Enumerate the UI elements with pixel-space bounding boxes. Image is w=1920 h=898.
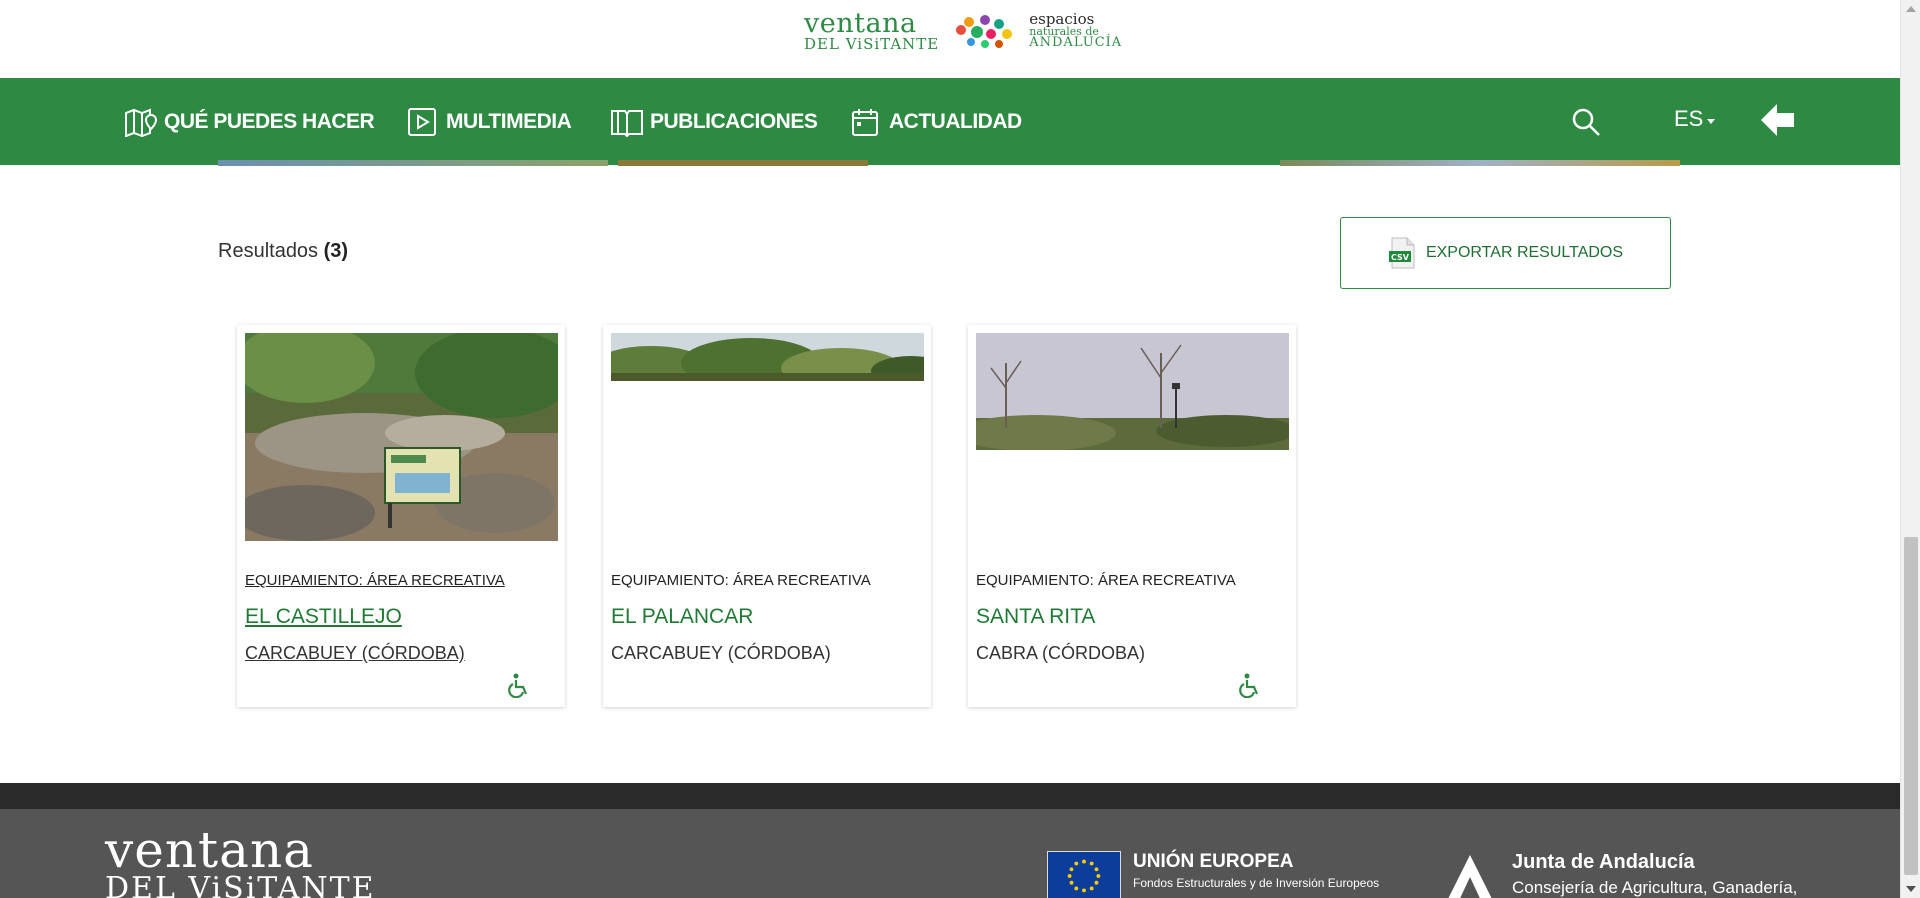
ruins-photo	[245, 333, 558, 541]
nav-item-multimedia[interactable]: MULTIMEDIA	[406, 78, 572, 165]
csv-file-icon: CSV	[1388, 237, 1415, 269]
nav-label: QUÉ PUEDES HACER	[164, 109, 375, 133]
nav-label: ACTUALIDAD	[889, 109, 1022, 133]
scroll-up-arrow-icon[interactable]	[1906, 6, 1916, 12]
junta-subtitle: Consejería de Agricultura, Ganadería,	[1512, 878, 1798, 897]
card-location[interactable]: CABRA (CÓRDOBA)	[976, 643, 1145, 664]
nav-label: MULTIMEDIA	[446, 109, 572, 133]
image-strip	[618, 160, 868, 166]
back-arrow-icon[interactable]	[1757, 100, 1797, 140]
card-category[interactable]: EQUIPAMIENTO: ÁREA RECREATIVA	[611, 572, 871, 589]
ventana-logo-text: ventana DEL ViSiTANTE	[804, 10, 939, 52]
card-title[interactable]: EL PALANCAR	[611, 605, 753, 629]
card-location[interactable]: CARCABUEY (CÓRDOBA)	[611, 643, 831, 664]
card-image[interactable]	[611, 333, 924, 381]
footer-logo-line1: ventana	[105, 821, 314, 879]
play-icon	[408, 107, 436, 136]
result-card[interactable]: EQUIPAMIENTO: ÁREA RECREATIVA SANTA RITA…	[968, 325, 1296, 707]
card-image[interactable]	[245, 333, 558, 541]
vertical-scrollbar[interactable]	[1900, 0, 1920, 898]
language-selector[interactable]: ES	[1674, 106, 1716, 132]
enp-line3: ANDALUCÍA	[1029, 35, 1123, 51]
eu-flag-icon	[1047, 851, 1121, 898]
logo-line2: DEL ViSiTANTE	[804, 35, 940, 53]
card-location[interactable]: CARCABUEY (CÓRDOBA)	[245, 643, 465, 664]
footer-logo-line2: DEL ViSiTANTE	[105, 870, 376, 898]
footer: ventana DEL ViSiTANTE UNIÓN EUROPEA Fond…	[0, 809, 1900, 898]
image-strip	[218, 160, 608, 166]
junta-andalucia-icon	[1448, 855, 1492, 898]
site-logo[interactable]: ventana DEL ViSiTANTE espacios naturales…	[804, 10, 1122, 52]
eu-subtitle: Fondos Estructurales y de Inversión Euro…	[1133, 876, 1380, 890]
vegetation-photo	[611, 333, 924, 381]
csv-icon-label: CSV	[1391, 253, 1410, 262]
footer-logo[interactable]: ventana DEL ViSiTANTE	[105, 821, 376, 898]
junta-title: Junta de Andalucía	[1512, 851, 1695, 873]
nav-item-publicaciones[interactable]: PUBLICACIONES	[610, 78, 818, 165]
wheelchair-accessible-icon	[1239, 673, 1259, 698]
chevron-down-icon	[1707, 118, 1716, 124]
export-results-label: EXPORTAR RESULTADOS	[1425, 244, 1624, 261]
wheelchair-accessible-icon	[508, 673, 528, 698]
enp-logo-text: espacios naturales de ANDALUCÍA	[1029, 12, 1123, 51]
book-icon	[611, 109, 643, 137]
scroll-thumb[interactable]	[1904, 537, 1918, 875]
result-card[interactable]: EQUIPAMIENTO: ÁREA RECREATIVA EL CASTILL…	[237, 325, 565, 707]
card-category[interactable]: EQUIPAMIENTO: ÁREA RECREATIVA	[245, 572, 505, 589]
main-nav: QUÉ PUEDES HACER MULTIMEDIA PUBLICACIONE…	[0, 78, 1900, 165]
language-label: ES	[1674, 106, 1704, 131]
card-image[interactable]	[976, 333, 1289, 450]
eu-title: UNIÓN EUROPEA	[1133, 851, 1294, 872]
results-count: Resultados (3)	[218, 240, 348, 263]
scroll-down-arrow-icon[interactable]	[1906, 886, 1916, 892]
card-category[interactable]: EQUIPAMIENTO: ÁREA RECREATIVA	[976, 572, 1236, 589]
results-label-text: Resultados	[218, 240, 319, 262]
export-results-button[interactable]: CSV EXPORTAR RESULTADOS	[1340, 217, 1671, 289]
eu-logo[interactable]: UNIÓN EUROPEA Fondos Estructurales y de …	[1047, 851, 1379, 898]
calendar-icon	[852, 108, 878, 136]
map-icon	[125, 108, 158, 137]
top-logo-bar: ventana DEL ViSiTANTE espacios naturales…	[0, 0, 1900, 78]
card-title[interactable]: SANTA RITA	[976, 605, 1095, 629]
junta-logo[interactable]: Junta de Andalucía Consejería de Agricul…	[1440, 851, 1797, 898]
logo-line1: ventana	[804, 8, 917, 39]
nav-item-actualidad[interactable]: ACTUALIDAD	[849, 78, 1022, 165]
footer-band	[0, 783, 1900, 809]
result-card[interactable]: EQUIPAMIENTO: ÁREA RECREATIVA EL PALANCA…	[603, 325, 931, 707]
nav-item-que-puedes-hacer[interactable]: QUÉ PUEDES HACER	[124, 78, 375, 165]
image-strip	[1280, 160, 1680, 166]
trees-photo	[976, 333, 1289, 450]
search-icon[interactable]	[1570, 106, 1602, 138]
results-count-number: (3)	[323, 240, 349, 262]
nav-label: PUBLICACIONES	[650, 109, 818, 133]
flower-logo-icon	[956, 15, 1013, 48]
card-title[interactable]: EL CASTILLEJO	[245, 605, 402, 629]
